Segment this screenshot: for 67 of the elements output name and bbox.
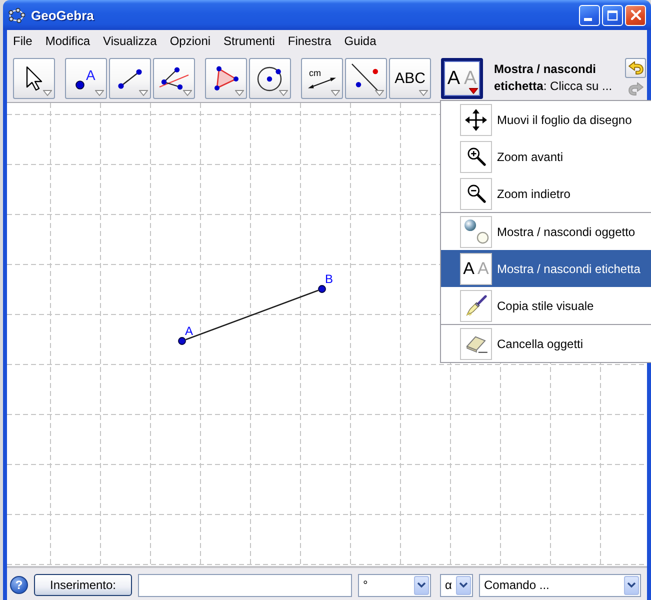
menu-item[interactable]: Finestra — [288, 34, 332, 48]
point — [178, 337, 186, 345]
menu-item[interactable]: Guida — [344, 34, 376, 48]
point-tool-button[interactable]: A — [65, 58, 107, 99]
tool-description: Mostra / nascondi etichetta: Clicca su ... — [494, 61, 614, 95]
minimize-icon — [584, 18, 592, 21]
tool-menu-item[interactable]: A A Mostra / nascondi etichetta — [441, 250, 651, 287]
zoom-out-icon — [460, 178, 492, 210]
text-tool-button[interactable]: ABC — [389, 58, 431, 99]
lines-through-point-icon — [159, 67, 189, 90]
point-label: B — [325, 272, 334, 286]
letters-icon: A A — [460, 252, 492, 284]
symbol-dropdown[interactable]: ° — [358, 574, 431, 596]
maximize-icon — [607, 10, 618, 20]
close-button[interactable] — [625, 4, 646, 26]
curved-arrow-icon — [628, 82, 644, 96]
maximize-button[interactable] — [602, 4, 623, 26]
tool-menu-item[interactable]: Copia stile visuale — [441, 287, 651, 324]
curved-arrow-icon — [628, 61, 644, 75]
dropdown-triangle-icon — [235, 90, 244, 96]
close-icon — [630, 10, 640, 20]
dropdown-triangle-icon — [139, 90, 148, 96]
eraser-icon — [460, 328, 492, 360]
point — [318, 285, 326, 293]
distance-tool-button[interactable]: cm — [301, 58, 343, 99]
tool-menu-item[interactable]: Cancella oggetti — [441, 325, 651, 362]
segment-icon — [118, 68, 142, 88]
menu-item[interactable]: File — [13, 34, 32, 48]
command-dropdown[interactable]: Comando ... — [479, 574, 641, 596]
arrow-cursor-icon — [26, 66, 42, 91]
tool-menu-item[interactable]: Zoom avanti — [441, 138, 651, 175]
symbol-dropdown[interactable]: α — [440, 574, 473, 596]
dropdown-triangle-icon — [375, 90, 384, 96]
tool-menu-item[interactable]: Mostra / nascondi oggetto — [441, 213, 651, 250]
triangle-icon — [214, 66, 238, 91]
input-button[interactable]: Inserimento: — [34, 574, 132, 596]
point-label: A — [185, 324, 194, 338]
reflect-tool-button[interactable] — [345, 58, 387, 99]
polygon-tool-button[interactable] — [205, 58, 247, 99]
dropdown-triangle-icon — [43, 90, 52, 96]
circle-icon — [257, 66, 283, 92]
menu-item[interactable]: Strumenti — [224, 34, 275, 48]
move-tool-button[interactable] — [13, 58, 55, 99]
window-title: GeoGebra — [31, 8, 94, 22]
menu-item[interactable]: Visualizza — [103, 34, 157, 48]
dropdown-triangle-icon — [469, 88, 478, 94]
menu-item[interactable]: Opzioni — [170, 34, 211, 48]
paintbrush-icon — [460, 290, 492, 322]
minimize-button[interactable] — [579, 4, 600, 26]
tool-menu-item[interactable]: Zoom indietro — [441, 175, 651, 212]
ellipse-with-dots-icon — [8, 8, 25, 22]
zoom-in-icon — [460, 140, 492, 172]
dropdown-triangle-icon — [95, 90, 104, 96]
dropdown-triangle-icon — [419, 90, 428, 96]
label-tool-button[interactable]: A A — [441, 58, 483, 99]
tool-menu-item[interactable]: Muovi il foglio da disegno — [441, 101, 651, 138]
circle-tool-button[interactable] — [249, 58, 291, 99]
dropdown-triangle-icon — [331, 90, 340, 96]
dropdown-triangle-icon — [183, 90, 192, 96]
undo-button[interactable] — [625, 58, 646, 78]
four-way-arrows-icon — [460, 104, 492, 136]
lines-tool-button[interactable] — [153, 58, 195, 99]
segment-tool-button[interactable] — [109, 58, 151, 99]
dropdown-triangle-icon — [279, 90, 288, 96]
menu-item[interactable]: Modifica — [45, 34, 90, 48]
ball-and-ring-icon — [460, 216, 492, 248]
input-field[interactable] — [138, 574, 352, 596]
